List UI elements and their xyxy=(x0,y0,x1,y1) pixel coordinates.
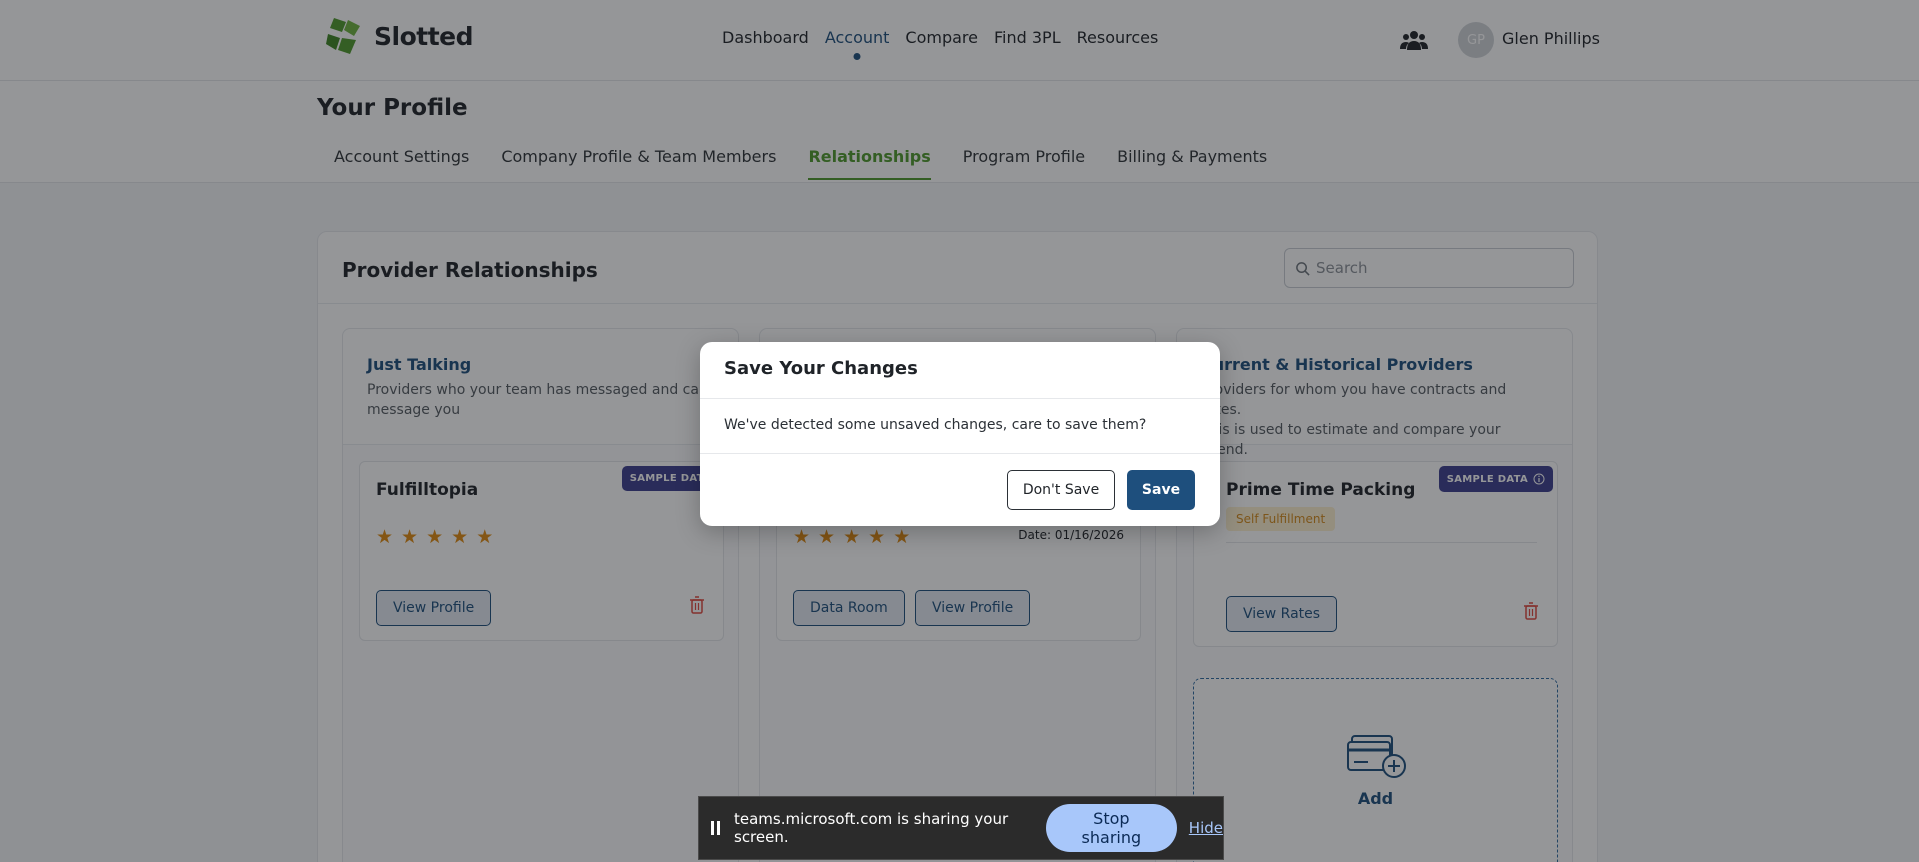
save-button[interactable]: Save xyxy=(1127,470,1195,510)
dialog-title: Save Your Changes xyxy=(724,358,918,379)
hide-link[interactable]: Hide xyxy=(1189,819,1223,837)
dont-save-button[interactable]: Don't Save xyxy=(1007,470,1115,510)
pause-icon[interactable] xyxy=(711,821,720,835)
save-changes-dialog: Save Your Changes We've detected some un… xyxy=(700,342,1220,526)
dialog-message: We've detected some unsaved changes, car… xyxy=(724,417,1147,433)
share-message: teams.microsoft.com is sharing your scre… xyxy=(734,810,1009,846)
dialog-divider xyxy=(700,398,1220,399)
stop-sharing-button[interactable]: Stop sharing xyxy=(1045,804,1177,852)
dialog-divider xyxy=(700,453,1220,454)
screen-share-bar: teams.microsoft.com is sharing your scre… xyxy=(698,796,1224,860)
